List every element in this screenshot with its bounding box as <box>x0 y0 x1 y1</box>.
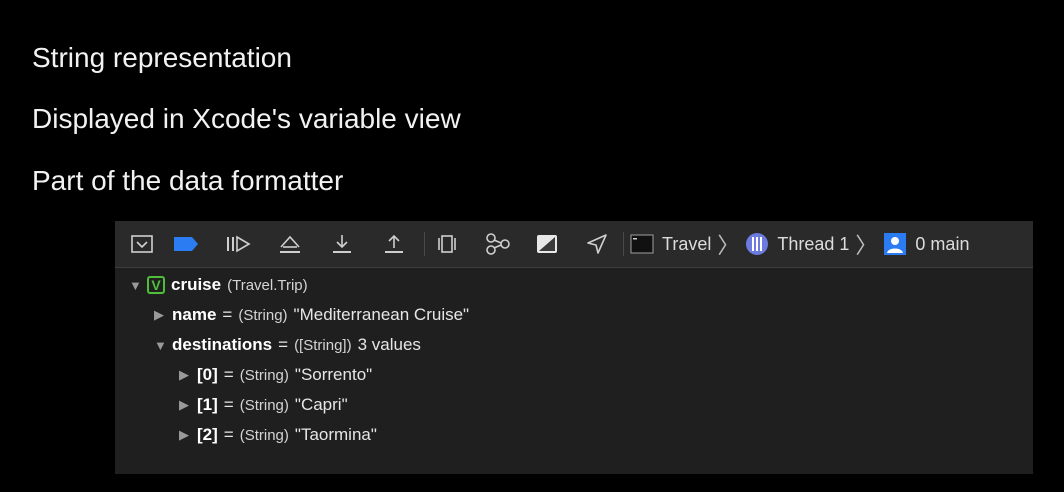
variable-type: (String) <box>238 306 288 324</box>
view-hierarchy-icon[interactable] <box>431 228 463 260</box>
variable-row-cruise[interactable]: ▼ V cruise (Travel.Trip) <box>129 272 308 298</box>
variable-type: (String) <box>239 366 289 384</box>
breadcrumb-target[interactable]: Travel <box>662 234 711 255</box>
variable-badge-icon: V <box>147 276 165 294</box>
toolbar-divider <box>424 232 425 256</box>
variable-name: destinations <box>172 335 273 354</box>
thread-icon <box>745 232 769 256</box>
disclosure-triangle-collapsed-icon[interactable]: ▶ <box>154 307 172 323</box>
variable-name: [0] <box>197 365 218 384</box>
variable-type: (Travel.Trip) <box>227 276 308 294</box>
variable-row-destinations[interactable]: ▼ destinations = ([String]) 3 values <box>154 332 421 358</box>
variable-row-item-2[interactable]: ▶ [2] = (String) "Taormina" <box>179 422 377 448</box>
variable-value: "Capri" <box>294 395 348 414</box>
debug-area-panel: Travel 〉 Thread 1 〉 0 main ▼ V cruise (T… <box>115 221 1033 474</box>
disclosure-triangle-expanded-icon[interactable]: ▼ <box>129 278 147 293</box>
bullet-data-formatter: Part of the data formatter <box>32 165 344 196</box>
continue-icon[interactable] <box>222 228 254 260</box>
step-over-icon[interactable] <box>274 228 306 260</box>
breadcrumb-frame[interactable]: 0 main <box>915 234 969 255</box>
equals-sign: = <box>223 425 234 444</box>
variable-row-name[interactable]: ▶ name = (String) "Mediterranean Cruise" <box>154 302 469 328</box>
variable-value: "Taormina" <box>294 425 377 444</box>
disclosure-triangle-collapsed-icon[interactable]: ▶ <box>179 367 197 383</box>
equals-sign: = <box>223 395 234 414</box>
equals-sign: = <box>222 305 233 324</box>
variable-type: (String) <box>239 396 289 414</box>
debug-breadcrumb: Travel 〉 Thread 1 〉 0 main <box>630 228 969 260</box>
breakpoints-toggle-icon[interactable] <box>170 228 202 260</box>
disclosure-triangle-collapsed-icon[interactable]: ▶ <box>179 427 197 443</box>
variable-value: "Sorrento" <box>294 365 373 384</box>
disclosure-triangle-collapsed-icon[interactable]: ▶ <box>179 397 197 413</box>
chevron-right-icon: 〉 <box>717 233 740 258</box>
variable-name: [2] <box>197 425 218 444</box>
debug-toolbar: Travel 〉 Thread 1 〉 0 main <box>115 221 1033 268</box>
stack-frame-icon <box>883 232 907 256</box>
variable-name: name <box>172 305 217 324</box>
environment-overrides-icon[interactable] <box>531 228 563 260</box>
variable-row-item-1[interactable]: ▶ [1] = (String) "Capri" <box>179 392 348 418</box>
toolbar-divider <box>623 232 624 256</box>
chevron-right-icon: 〉 <box>855 233 878 258</box>
variable-type: (String) <box>239 426 289 444</box>
variable-type: ([String]) <box>294 336 352 354</box>
equals-sign: = <box>223 365 234 384</box>
memory-graph-icon[interactable] <box>481 228 513 260</box>
step-out-icon[interactable] <box>378 228 410 260</box>
step-into-icon[interactable] <box>326 228 358 260</box>
simulate-location-icon[interactable] <box>581 228 613 260</box>
terminal-icon <box>630 234 654 254</box>
variable-value: "Mediterranean Cruise" <box>293 305 470 324</box>
variable-row-item-0[interactable]: ▶ [0] = (String) "Sorrento" <box>179 362 372 388</box>
variable-name: cruise <box>171 275 222 294</box>
equals-sign: = <box>278 335 289 354</box>
hide-debug-area-icon[interactable] <box>126 228 158 260</box>
variable-value: 3 values <box>357 335 421 354</box>
bullet-string-representation: String representation <box>32 42 292 73</box>
breadcrumb-thread[interactable]: Thread 1 <box>777 234 849 255</box>
bullet-displayed-in-variable-view: Displayed in Xcode's variable view <box>32 103 461 134</box>
variable-name: [1] <box>197 395 218 414</box>
disclosure-triangle-expanded-icon[interactable]: ▼ <box>154 338 172 353</box>
